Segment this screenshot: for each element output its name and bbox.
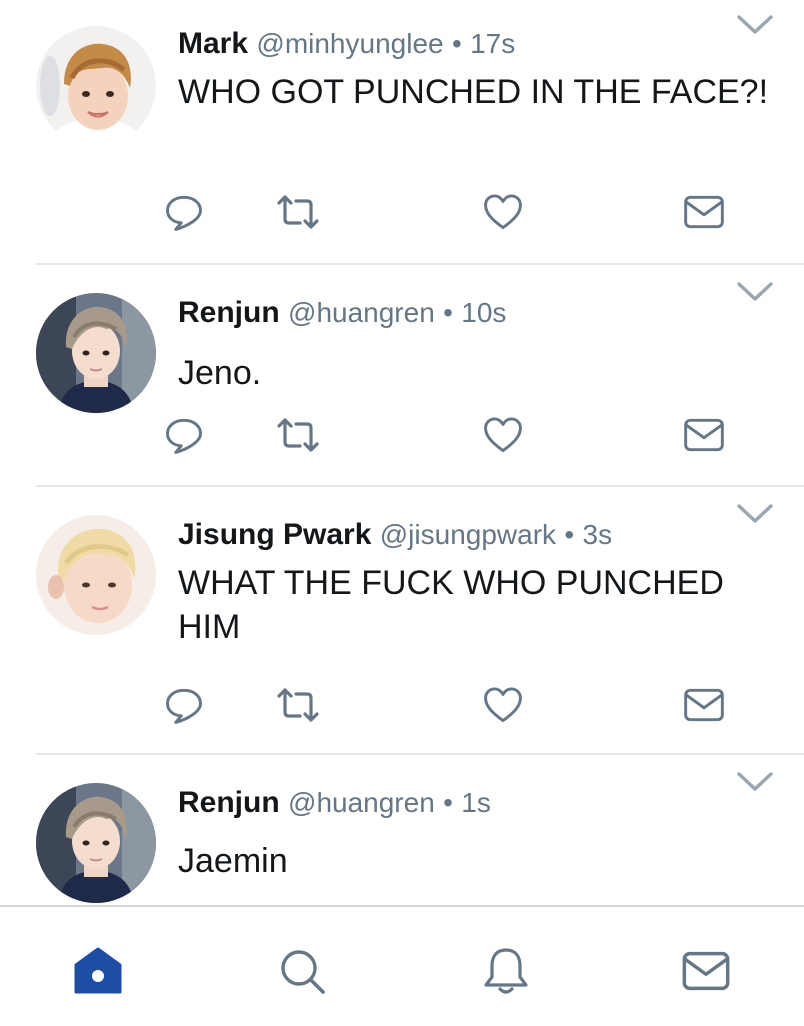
reply-icon[interactable] xyxy=(160,681,208,729)
tweet[interactable]: Jisung Pwark @jisungpwark • 3s WHAT THE … xyxy=(0,487,804,755)
timestamp[interactable]: 1s xyxy=(461,787,491,818)
chevron-down-icon[interactable] xyxy=(736,503,774,525)
tweet-text: WHO GOT PUNCHED IN THE FACE?! xyxy=(178,73,769,111)
like-icon[interactable] xyxy=(479,411,527,459)
tweet-actions xyxy=(0,188,804,238)
home-icon[interactable] xyxy=(70,943,126,999)
notifications-icon[interactable] xyxy=(478,943,534,999)
tweet-header: Mark @minhyunglee • 17s xyxy=(178,26,515,62)
user-handle[interactable]: @jisungpwark xyxy=(380,519,556,550)
retweet-icon[interactable] xyxy=(274,681,322,729)
user-handle[interactable]: @huangren xyxy=(288,297,435,328)
separator-dot: • xyxy=(443,297,453,328)
tweet-actions xyxy=(0,681,804,731)
display-name[interactable]: Jisung Pwark xyxy=(178,518,371,551)
tweet[interactable]: Mark @minhyunglee • 17s WHO GOT PUNCHED … xyxy=(0,0,804,265)
reply-icon[interactable] xyxy=(160,188,208,236)
tweet-header: Renjun @huangren • 1s xyxy=(178,785,491,821)
avatar[interactable] xyxy=(36,783,156,903)
avatar[interactable] xyxy=(36,515,156,635)
separator-dot: • xyxy=(443,787,453,818)
direct-message-icon[interactable] xyxy=(680,681,728,729)
avatar[interactable] xyxy=(36,293,156,413)
direct-message-icon[interactable] xyxy=(680,188,728,236)
display-name[interactable]: Renjun xyxy=(178,786,280,819)
user-handle[interactable]: @huangren xyxy=(288,787,435,818)
like-icon[interactable] xyxy=(479,188,527,236)
tweet[interactable]: Renjun @huangren • 1s Jaemin xyxy=(0,755,804,905)
tweet-header: Jisung Pwark @jisungpwark • 3s xyxy=(178,517,612,553)
display-name[interactable]: Mark xyxy=(178,27,248,60)
search-icon[interactable] xyxy=(274,943,330,999)
tweet-text: WHAT THE FUCK WHO PUNCHED HIM xyxy=(178,564,724,646)
timestamp[interactable]: 10s xyxy=(461,297,506,328)
direct-message-icon[interactable] xyxy=(680,411,728,459)
timestamp[interactable]: 3s xyxy=(583,519,613,550)
messages-icon[interactable] xyxy=(678,943,734,999)
bottom-tab-bar xyxy=(0,905,804,1026)
separator-dot: • xyxy=(564,519,575,550)
tweet-text: Jaemin xyxy=(178,842,288,880)
chevron-down-icon[interactable] xyxy=(736,771,774,793)
retweet-icon[interactable] xyxy=(274,411,322,459)
tweet-text: Jeno. xyxy=(178,354,262,392)
reply-icon[interactable] xyxy=(160,411,208,459)
like-icon[interactable] xyxy=(479,681,527,729)
timestamp[interactable]: 17s xyxy=(470,28,515,59)
user-handle[interactable]: @minhyunglee xyxy=(256,28,443,59)
tweet-header: Renjun @huangren • 10s xyxy=(178,295,506,331)
chevron-down-icon[interactable] xyxy=(736,14,774,36)
separator-dot: • xyxy=(451,28,462,59)
tweet-actions xyxy=(0,411,804,461)
retweet-icon[interactable] xyxy=(274,188,322,236)
tweet[interactable]: Renjun @huangren • 10s Jeno. xyxy=(0,265,804,487)
display-name[interactable]: Renjun xyxy=(178,296,280,329)
chevron-down-icon[interactable] xyxy=(736,281,774,303)
avatar[interactable] xyxy=(36,26,156,146)
